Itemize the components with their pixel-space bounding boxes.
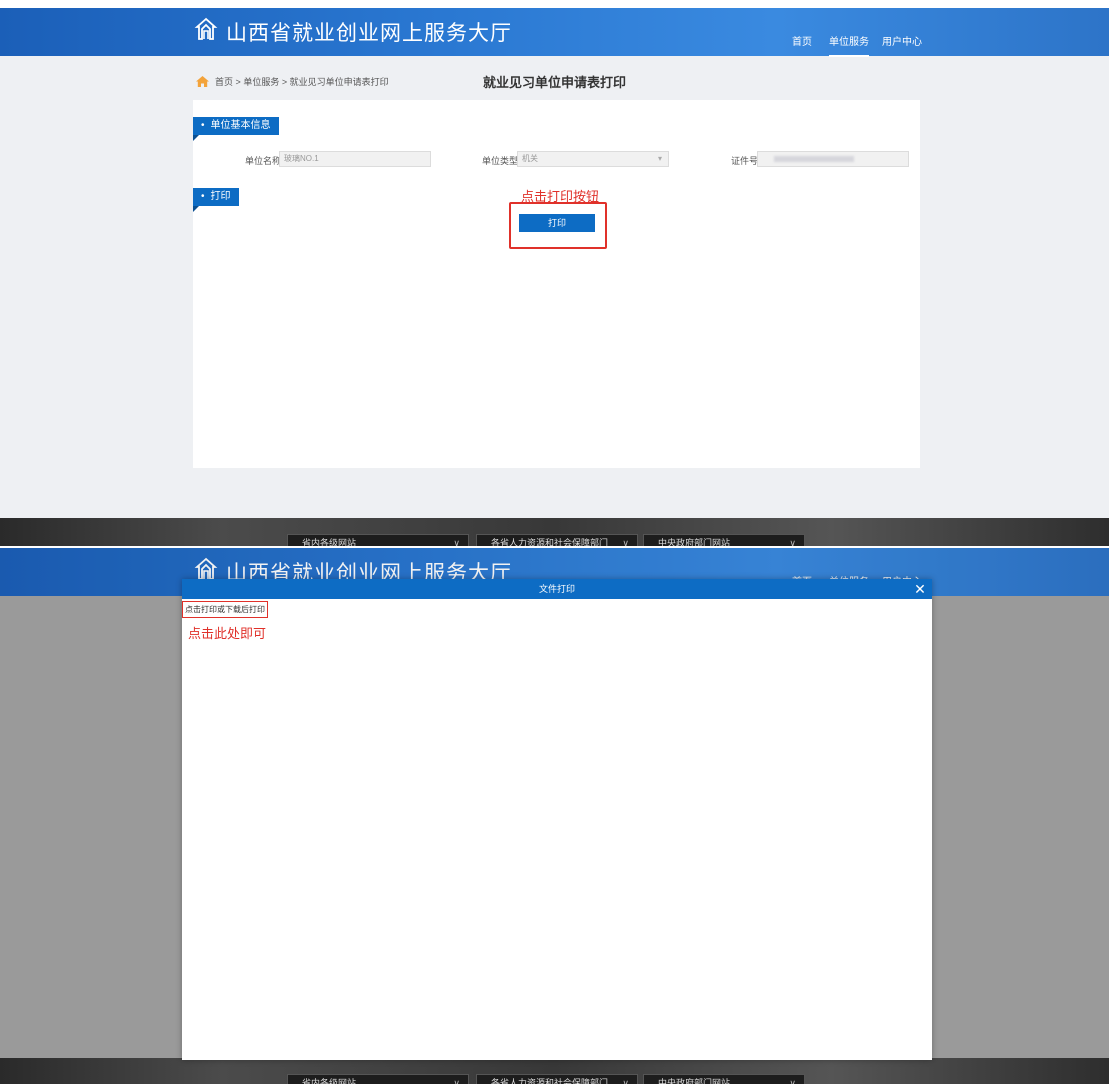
modal-title: 文件打印 bbox=[538, 584, 575, 594]
site-logo-icon bbox=[194, 557, 218, 580]
cert-number-field[interactable] bbox=[757, 151, 909, 167]
cert-number-label: 证件号 bbox=[731, 156, 759, 166]
modal-title-bar: 文件打印 ✕ bbox=[182, 579, 932, 599]
print-button[interactable]: 打印 bbox=[519, 214, 595, 232]
chevron-down-icon: ∨ bbox=[789, 538, 796, 546]
section-print-title: 打印 bbox=[210, 191, 231, 202]
section-print-tag: 打印 bbox=[193, 188, 239, 212]
site-title: 山西省就业创业网上服务大厅 bbox=[226, 21, 512, 45]
nav-unit-service[interactable]: 单位服务 bbox=[829, 33, 869, 57]
footer-select-label: 省内各级网站 bbox=[302, 538, 357, 546]
redacted-value bbox=[774, 156, 854, 162]
chevron-down-icon: ∨ bbox=[453, 538, 460, 546]
footer-select-hr-departments[interactable]: 各省人力资源和社会保障部门 ∨ bbox=[476, 534, 638, 546]
nav-home[interactable]: 首页 bbox=[792, 33, 812, 48]
page-title: 就业见习单位申请表打印 bbox=[482, 75, 626, 90]
footer-select-label: 中央政府部门网站 bbox=[658, 538, 731, 546]
footer-select-province[interactable]: 省内各级网站 ∨ bbox=[287, 1074, 469, 1084]
unit-type-value: 机关 bbox=[522, 154, 538, 163]
content-card: 单位基本信息 单位名称 玻璃NO.1 单位类型 机关 ▾ 证件号 打印 bbox=[193, 100, 920, 468]
unit-type-select[interactable]: 机关 ▾ bbox=[517, 151, 669, 167]
annotation-click-here: 点击此处即可 bbox=[188, 627, 267, 642]
chevron-down-icon: ∨ bbox=[622, 1078, 629, 1084]
chevron-down-icon: ∨ bbox=[453, 1078, 460, 1084]
top-header: 山西省就业创业网上服务大厅 首页 单位服务 用户中心 bbox=[0, 8, 1109, 57]
chevron-down-icon: ▾ bbox=[657, 154, 662, 163]
footer-select-province[interactable]: 省内各级网站 ∨ bbox=[287, 534, 469, 546]
site-logo-icon bbox=[194, 17, 218, 40]
footer-links-strip: 省内各级网站 ∨ 各省人力资源和社会保障部门 ∨ 中央政府部门网站 ∨ bbox=[0, 518, 1109, 546]
unit-name-label: 单位名称 bbox=[245, 156, 282, 166]
nav-user-center[interactable]: 用户中心 bbox=[882, 33, 922, 48]
footer-select-label: 各省人力资源和社会保障部门 bbox=[491, 1078, 609, 1084]
unit-type-label: 单位类型 bbox=[482, 156, 519, 166]
chevron-down-icon: ∨ bbox=[622, 538, 629, 546]
footer-select-label: 各省人力资源和社会保障部门 bbox=[491, 538, 609, 546]
print-or-download-link[interactable]: 点击打印或下载后打印 bbox=[182, 601, 268, 618]
section-basic-info-title: 单位基本信息 bbox=[210, 120, 271, 131]
panel-print-page: 山西省就业创业网上服务大厅 首页 单位服务 用户中心 首页 > 单位服务 > 就… bbox=[0, 8, 1109, 546]
chevron-down-icon: ∨ bbox=[789, 1078, 796, 1084]
footer-select-label: 中央政府部门网站 bbox=[658, 1078, 731, 1084]
unit-name-field[interactable]: 玻璃NO.1 bbox=[279, 151, 431, 167]
footer-select-central-gov[interactable]: 中央政府部门网站 ∨ bbox=[643, 534, 805, 546]
file-print-modal: 文件打印 ✕ 点击打印或下载后打印 点击此处即可 bbox=[182, 579, 932, 1060]
panel-print-dialog: 山西省就业创业网上服务大厅 首页 单位服务 用户中心 省内各级网站∨ 各省人力资… bbox=[0, 548, 1109, 1084]
annotation-highlight-box: 打印 bbox=[509, 202, 607, 249]
close-icon[interactable]: ✕ bbox=[912, 580, 928, 598]
section-basic-info-tag: 单位基本信息 bbox=[193, 117, 279, 141]
footer-select-hr-departments[interactable]: 各省人力资源和社会保障部门 ∨ bbox=[476, 1074, 638, 1084]
footer-select-label: 省内各级网站 bbox=[302, 1078, 357, 1084]
footer-links-strip: 省内各级网站 ∨ 各省人力资源和社会保障部门 ∨ 中央政府部门网站 ∨ bbox=[0, 1058, 1109, 1084]
footer-select-central-gov[interactable]: 中央政府部门网站 ∨ bbox=[643, 1074, 805, 1084]
